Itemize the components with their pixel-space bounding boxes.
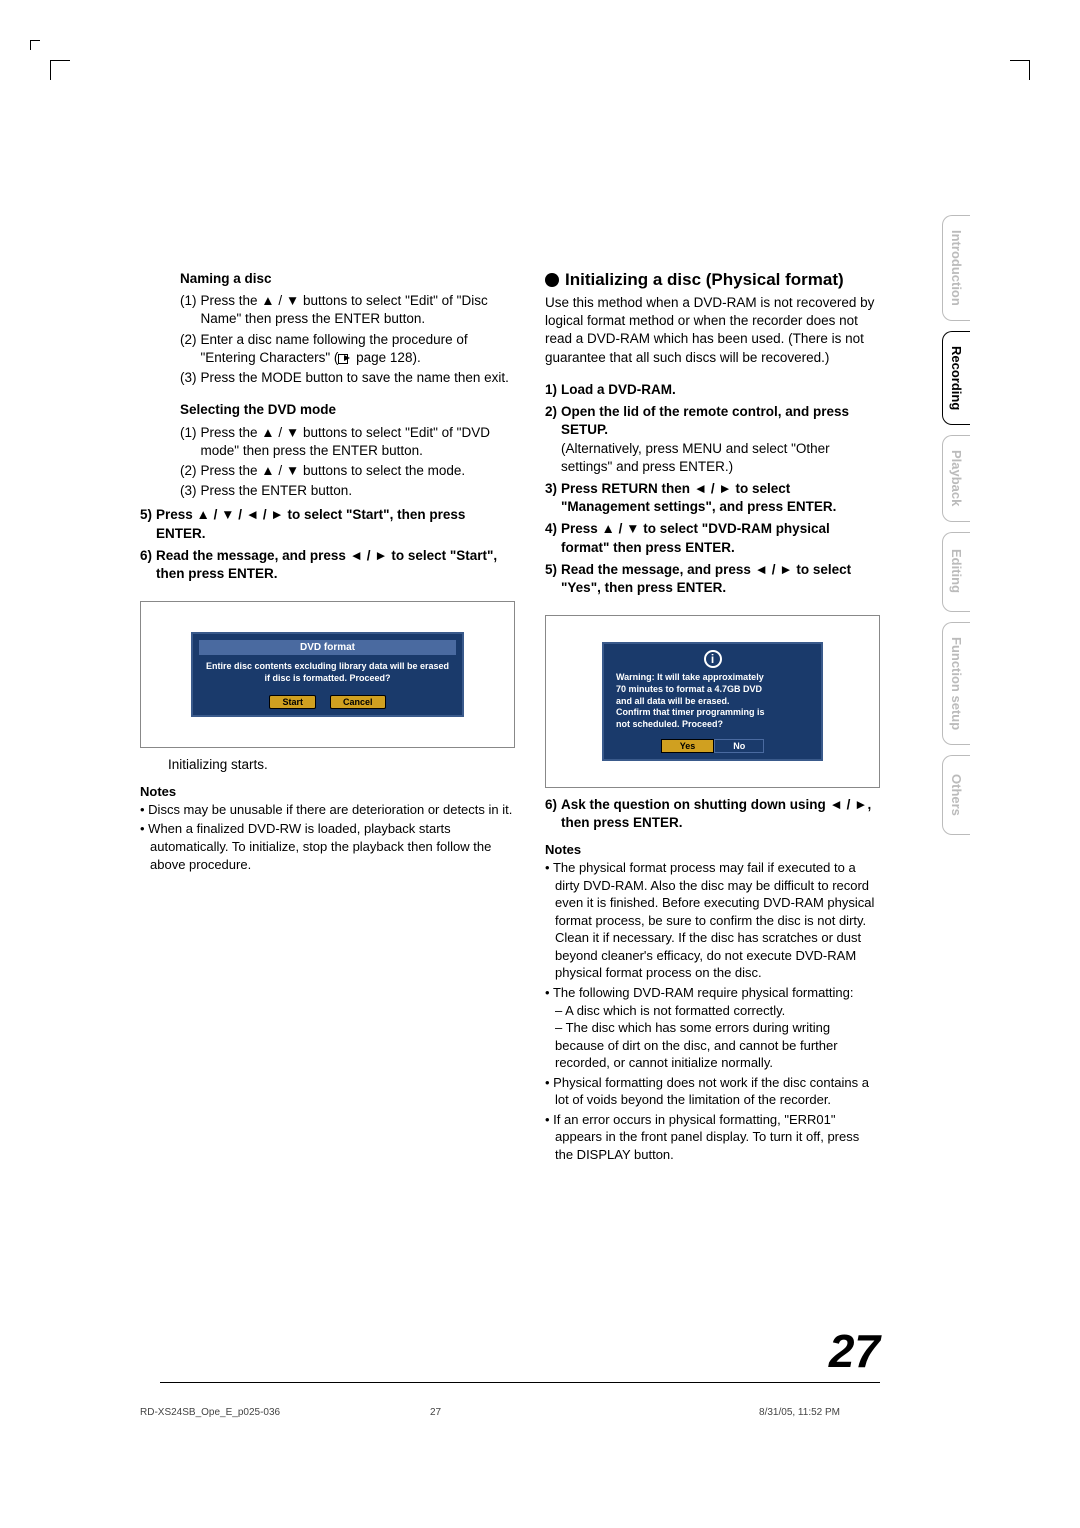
tab-function-setup[interactable]: Function setup bbox=[942, 622, 970, 745]
dvd-format-dialog-screenshot: DVD format Entire disc contents excludin… bbox=[140, 601, 515, 747]
step-5: 5) Press ▲ / ▼ / ◄ / ► to select "Start"… bbox=[140, 506, 515, 542]
step-2: 2) Open the lid of the remote control, a… bbox=[545, 403, 880, 476]
footer-filename: RD-XS24SB_Ope_E_p025-036 bbox=[140, 1407, 280, 1418]
note-item: • The following DVD-RAM require physical… bbox=[545, 984, 880, 1072]
note-item: • Discs may be unusable if there are det… bbox=[140, 801, 515, 819]
note-item: • When a finalized DVD-RW is loaded, pla… bbox=[140, 820, 515, 873]
note-item: • The physical format process may fail i… bbox=[545, 859, 880, 982]
dialog-title: DVD format bbox=[199, 640, 456, 655]
list-item: (2) Press the ▲ / ▼ buttons to select th… bbox=[180, 462, 515, 480]
note-item: • Physical formatting does not work if t… bbox=[545, 1074, 880, 1109]
tab-others[interactable]: Others bbox=[942, 755, 970, 835]
page-separator bbox=[160, 1382, 880, 1383]
cancel-button[interactable]: Cancel bbox=[330, 695, 386, 709]
notes-heading: Notes bbox=[140, 784, 515, 799]
tab-introduction[interactable]: Introduction bbox=[942, 215, 970, 321]
step-4: 4) Press ▲ / ▼ to select "DVD-RAM physic… bbox=[545, 520, 880, 556]
section-heading-initializing: Initializing a disc (Physical format) bbox=[545, 270, 880, 290]
step-1: 1) Load a DVD-RAM. bbox=[545, 381, 880, 399]
list-item: (3) Press the ENTER button. bbox=[180, 482, 515, 500]
heading-naming-disc: Naming a disc bbox=[180, 270, 515, 288]
page-number: 27 bbox=[829, 1324, 880, 1378]
bullet-icon bbox=[545, 273, 559, 287]
step-6: 6) Ask the question on shutting down usi… bbox=[545, 796, 880, 832]
initializing-starts-text: Initializing starts. bbox=[168, 756, 515, 774]
yes-button[interactable]: Yes bbox=[661, 739, 715, 753]
left-column: Naming a disc (1) Press the ▲ / ▼ button… bbox=[140, 270, 515, 1348]
list-item: (1) Press the ▲ / ▼ buttons to select "E… bbox=[180, 292, 515, 328]
tab-playback[interactable]: Playback bbox=[942, 435, 970, 521]
dialog-warning-text: Warning: It will take approximately 70 m… bbox=[610, 672, 815, 736]
footer-page: 27 bbox=[430, 1407, 441, 1418]
intro-paragraph: Use this method when a DVD-RAM is not re… bbox=[545, 294, 880, 367]
right-column: Initializing a disc (Physical format) Us… bbox=[545, 270, 880, 1348]
physical-format-dialog-screenshot: i Warning: It will take approximately 70… bbox=[545, 615, 880, 787]
reference-arrow-icon bbox=[338, 352, 352, 364]
step-3: 3) Press RETURN then ◄ / ► to select "Ma… bbox=[545, 480, 880, 516]
crop-mark bbox=[50, 60, 70, 80]
heading-dvd-mode: Selecting the DVD mode bbox=[180, 401, 515, 419]
tab-editing[interactable]: Editing bbox=[942, 532, 970, 612]
list-item: (2) Enter a disc name following the proc… bbox=[180, 331, 515, 367]
list-item: (3) Press the MODE button to save the na… bbox=[180, 369, 515, 387]
list-item: (1) Press the ▲ / ▼ buttons to select "E… bbox=[180, 424, 515, 460]
no-button[interactable]: No bbox=[714, 739, 764, 753]
footer-timestamp: 8/31/05, 11:52 PM bbox=[759, 1407, 840, 1418]
start-button[interactable]: Start bbox=[269, 695, 316, 709]
page-content: Naming a disc (1) Press the ▲ / ▼ button… bbox=[140, 270, 880, 1348]
section-tabs: Introduction Recording Playback Editing … bbox=[942, 215, 970, 835]
step-6: 6) Read the message, and press ◄ / ► to … bbox=[140, 547, 515, 583]
crop-mark bbox=[30, 40, 40, 50]
note-item: • If an error occurs in physical formatt… bbox=[545, 1111, 880, 1164]
info-icon: i bbox=[610, 650, 815, 668]
notes-heading: Notes bbox=[545, 842, 880, 857]
crop-mark bbox=[1010, 60, 1030, 80]
tab-recording[interactable]: Recording bbox=[942, 331, 970, 425]
step-5: 5) Read the message, and press ◄ / ► to … bbox=[545, 561, 880, 597]
dialog-message: Entire disc contents excluding library d… bbox=[199, 661, 456, 690]
